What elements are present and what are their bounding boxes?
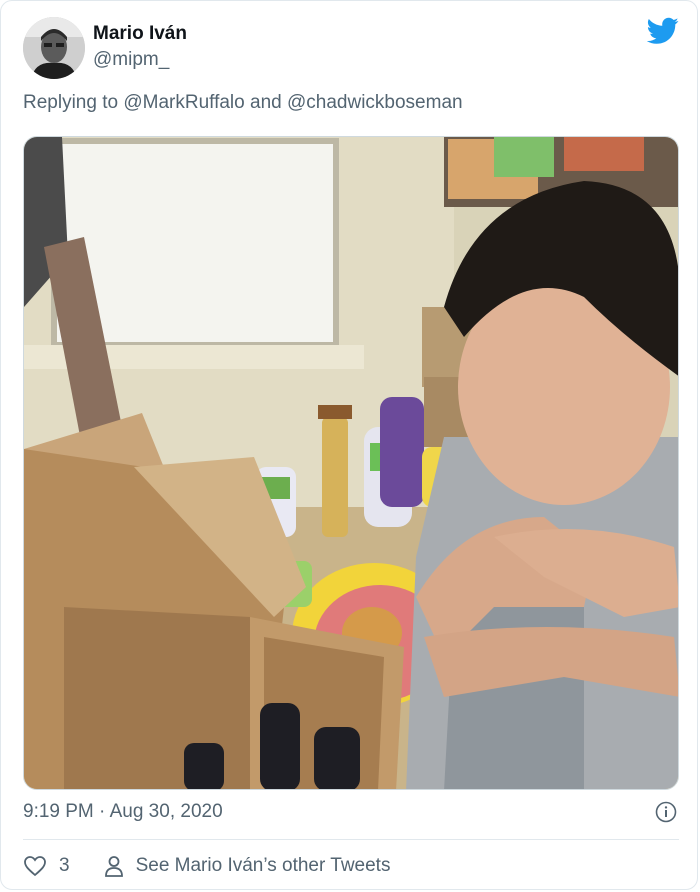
reply-prefix: Replying to	[23, 92, 119, 113]
see-other-tweets-link[interactable]: See Mario Iván’s other Tweets	[104, 855, 391, 877]
avatar[interactable]	[23, 17, 85, 79]
reply-and: and	[250, 92, 282, 113]
like-button[interactable]: 3	[23, 855, 70, 877]
heart-icon	[24, 856, 46, 877]
person-icon	[104, 856, 123, 877]
twitter-bird-icon[interactable]	[646, 17, 679, 45]
tweet-photo[interactable]	[23, 136, 679, 790]
author-name[interactable]: Mario Iván	[93, 23, 187, 45]
info-icon[interactable]	[655, 801, 677, 823]
reply-context: Replying to @MarkRuffalo and @chadwickbo…	[23, 92, 463, 114]
divider	[23, 839, 679, 840]
tweet-actions: 3 See Mario Iván’s other Tweets	[23, 851, 390, 881]
tweet-card: Mario Iván @mipm_ Replying to @MarkRuffa…	[0, 0, 698, 890]
mention-markruffalo[interactable]: @MarkRuffalo	[123, 92, 244, 113]
see-other-tweets-label: See Mario Iván’s other Tweets	[135, 855, 391, 876]
mention-chadwickboseman[interactable]: @chadwickboseman	[287, 92, 463, 113]
like-count: 3	[59, 855, 70, 876]
author-handle[interactable]: @mipm_	[93, 49, 169, 71]
tweet-timestamp[interactable]: 9:19 PM · Aug 30, 2020	[23, 801, 223, 823]
